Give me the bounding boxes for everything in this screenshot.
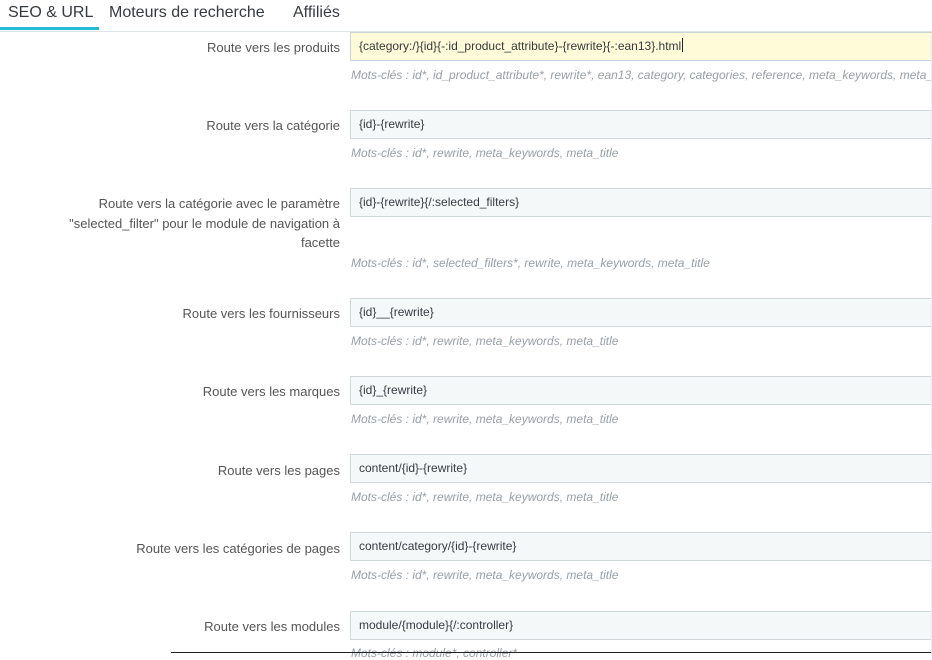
route-modules-help: Mots-clés : module*, controller* bbox=[351, 646, 518, 660]
route-pages-input[interactable]: content/{id}-{rewrite} bbox=[350, 454, 932, 483]
route-page-categories-label: Route vers les catégories de pages bbox=[136, 541, 340, 556]
tab-affilies[interactable]: Affiliés bbox=[293, 0, 340, 30]
route-category-help: Mots-clés : id*, rewrite, meta_keywords,… bbox=[351, 146, 619, 160]
route-category-label: Route vers la catégorie bbox=[206, 118, 340, 133]
route-suppliers-help: Mots-clés : id*, rewrite, meta_keywords,… bbox=[351, 334, 619, 348]
route-pages-label: Route vers les pages bbox=[217, 463, 340, 478]
route-pages-help: Mots-clés : id*, rewrite, meta_keywords,… bbox=[351, 490, 619, 504]
route-suppliers-label: Route vers les fournisseurs bbox=[182, 306, 340, 321]
active-tab-indicator bbox=[0, 27, 99, 30]
route-products-value: {category:/}{id}{-:id_product_attribute}… bbox=[359, 39, 682, 53]
tab-moteurs-de-recherche[interactable]: Moteurs de recherche bbox=[109, 0, 265, 30]
route-brands-help: Mots-clés : id*, rewrite, meta_keywords,… bbox=[351, 412, 619, 426]
route-modules-label: Route vers les modules bbox=[204, 619, 340, 634]
route-products-input[interactable]: {category:/}{id}{-:id_product_attribute}… bbox=[350, 32, 932, 61]
route-brands-input[interactable]: {id}_{rewrite} bbox=[350, 376, 932, 405]
text-caret bbox=[682, 38, 684, 52]
route-category-filter-help: Mots-clés : id*, selected_filters*, rewr… bbox=[351, 256, 710, 270]
route-category-filter-label-line3: facette bbox=[300, 235, 340, 250]
route-products-help: Mots-clés : id*, id_product_attribute*, … bbox=[351, 68, 932, 82]
route-modules-input[interactable]: module/{module}{/:controller} bbox=[350, 611, 932, 640]
tab-bar: SEO & URL Moteurs de recherche Affiliés bbox=[0, 0, 932, 32]
route-category-input[interactable]: {id}-{rewrite} bbox=[350, 110, 932, 139]
route-suppliers-input[interactable]: {id}__{rewrite} bbox=[350, 298, 932, 327]
route-products-label: Route vers les produits bbox=[207, 40, 340, 55]
route-page-categories-help: Mots-clés : id*, rewrite, meta_keywords,… bbox=[351, 568, 619, 582]
tab-seo-url[interactable]: SEO & URL bbox=[8, 0, 93, 30]
route-category-filter-input[interactable]: {id}-{rewrite}{/:selected_filters} bbox=[350, 188, 932, 217]
route-page-categories-input[interactable]: content/category/{id}-{rewrite} bbox=[350, 532, 932, 561]
route-brands-label: Route vers les marques bbox=[202, 384, 340, 399]
route-category-filter-label-line1: Route vers la catégorie avec le paramètr… bbox=[98, 196, 340, 211]
route-category-filter-label-line2: "selected_filter" pour le module de navi… bbox=[69, 215, 340, 231]
page-bottom-border bbox=[171, 652, 932, 653]
route-category-filter-label: Route vers la catégorie avec le paramètr… bbox=[0, 194, 340, 253]
